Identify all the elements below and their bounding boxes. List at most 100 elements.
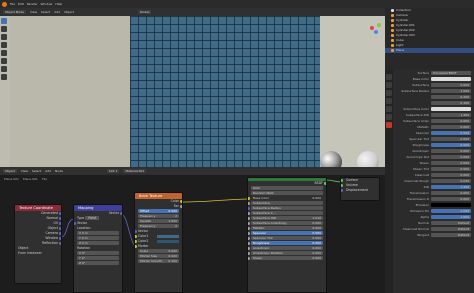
property-value[interactable]: 0.000: [431, 137, 471, 141]
property-value[interactable]: 0.000: [431, 155, 471, 159]
socket-in[interactable]: [248, 201, 250, 205]
subsurface-method-select[interactable]: Random Walk: [251, 191, 323, 195]
property-value[interactable]: 0.500: [431, 167, 471, 171]
bsdf-input-field[interactable]: Specular Tint 0.000: [248, 236, 323, 240]
socket-vector-in[interactable]: [74, 222, 76, 225]
socket-displacement-in[interactable]: [341, 189, 343, 192]
modifier-tab-icon[interactable]: [386, 114, 392, 120]
socket-out[interactable]: [59, 222, 61, 225]
socket-vector-in[interactable]: [135, 230, 137, 233]
rotate-tool-icon[interactable]: [1, 42, 7, 48]
socket-color2-in[interactable]: [135, 240, 137, 243]
node-texture-coordinate[interactable]: Texture Coordinate Generated Normal UV Obje…: [14, 204, 62, 284]
property-value[interactable]: 0.030: [431, 179, 471, 183]
socket-mortar-in[interactable]: [135, 245, 137, 248]
property-value[interactable]: 0.000: [431, 83, 471, 87]
menu-node[interactable]: Node: [55, 169, 63, 173]
menu-add[interactable]: Add: [45, 169, 51, 173]
move-tool-icon[interactable]: [1, 34, 7, 40]
scale-field[interactable]: Scale 5.000: [138, 249, 179, 253]
location-y[interactable]: Y 0 m: [77, 236, 119, 240]
socket-out[interactable]: [59, 242, 61, 245]
property-value[interactable]: 0.000: [431, 149, 471, 153]
menu-help[interactable]: Help: [55, 2, 62, 6]
property-value[interactable]: 0.000: [431, 161, 471, 165]
mode-select[interactable]: Object Mode: [3, 10, 26, 14]
socket-out[interactable]: [59, 237, 61, 240]
outliner-item[interactable]: Plane: [385, 48, 474, 53]
socket-out[interactable]: [59, 212, 61, 215]
socket-in[interactable]: [248, 246, 250, 250]
property-value[interactable]: 0.200: [431, 95, 471, 99]
socket-in[interactable]: [248, 216, 250, 220]
cursor-tool-icon[interactable]: [1, 26, 7, 32]
transform-tool-icon[interactable]: [1, 58, 7, 64]
property-value[interactable]: 0.000: [431, 197, 471, 201]
mortar-smooth-field[interactable]: Mortar Smooth 0.100: [138, 259, 179, 263]
socket-out[interactable]: [59, 232, 61, 235]
output-tab-icon[interactable]: [386, 82, 392, 88]
render-tab-icon[interactable]: [386, 74, 392, 80]
property-value[interactable]: 0.000: [431, 191, 471, 195]
gizmo-y-icon[interactable]: [377, 23, 381, 27]
menu-select[interactable]: Select: [41, 10, 50, 14]
socket-in[interactable]: [248, 206, 250, 210]
property-value[interactable]: Default: [431, 221, 471, 225]
socket-in[interactable]: [248, 236, 250, 240]
gizmo-x-icon[interactable]: [370, 26, 374, 30]
socket-in[interactable]: [248, 221, 250, 225]
gizmo-z-icon[interactable]: [374, 30, 378, 34]
color1-swatch[interactable]: [157, 235, 179, 238]
brick-param-field[interactable]: Offset 0.500: [138, 209, 179, 213]
socket-in[interactable]: [248, 231, 250, 235]
node-editor[interactable]: Plane.001 Plane.001 Tile Texture Coordin…: [0, 175, 385, 293]
property-value[interactable]: 1.000: [431, 215, 471, 219]
node-mapping[interactable]: Mapping Vector Type Point Vector Locatio…: [73, 204, 123, 293]
scene-tab-icon[interactable]: [386, 90, 392, 96]
3d-viewport[interactable]: [0, 16, 385, 167]
menu-file[interactable]: File: [10, 2, 15, 6]
rotation-z[interactable]: Z 0°: [77, 261, 119, 265]
bsdf-input-field[interactable]: Subsurface Anisotropy 0.000: [248, 221, 323, 225]
node-brick-texture[interactable]: Brick Texture Color Fac Offset 0.500 Frequ…: [134, 192, 183, 293]
property-value[interactable]: Default: [431, 233, 471, 237]
socket-in[interactable]: [248, 241, 250, 245]
socket-out[interactable]: [59, 227, 61, 230]
property-value[interactable]: [431, 107, 471, 111]
material-select[interactable]: Material.001: [123, 169, 147, 173]
distribution-select[interactable]: GGX: [251, 186, 323, 190]
surface-shader-select[interactable]: Principled BSDF: [431, 71, 471, 75]
nav-gizmo[interactable]: [370, 22, 382, 34]
brick-param-field[interactable]: Squash 1.000: [138, 219, 179, 223]
menu-render[interactable]: Render: [27, 2, 38, 6]
menu-window[interactable]: Window: [41, 2, 53, 6]
measure-tool-icon[interactable]: [1, 74, 7, 80]
brick-param-field[interactable]: Frequency 2: [138, 214, 179, 218]
bsdf-input-field[interactable]: Base Color 0.000: [248, 196, 323, 200]
socket-bsdf-out[interactable]: [324, 182, 326, 185]
socket-surface-in[interactable]: [341, 179, 343, 182]
world-tab-icon[interactable]: [386, 98, 392, 104]
socket-color1-in[interactable]: [135, 235, 137, 238]
mortar-size-field[interactable]: Mortar Size 0.020: [138, 254, 179, 258]
property-value[interactable]: 1.400: [431, 113, 471, 117]
rotation-y[interactable]: Y 0°: [77, 256, 119, 260]
slot-select[interactable]: Slot 1: [106, 169, 120, 173]
material-tab-icon[interactable]: [386, 122, 392, 128]
socket-in[interactable]: [248, 251, 250, 255]
menu-add[interactable]: Add: [54, 10, 60, 14]
socket-in[interactable]: [248, 226, 250, 230]
scale-tool-icon[interactable]: [1, 50, 7, 56]
socket-vector-out[interactable]: [120, 212, 122, 215]
transform-orientation[interactable]: Global: [137, 10, 152, 14]
bsdf-input-field[interactable]: Anisotropic Rotation 0.000: [248, 251, 323, 255]
property-value[interactable]: 0.000: [431, 125, 471, 129]
bsdf-input-field[interactable]: Anisotropic 0.000: [248, 246, 323, 250]
property-value[interactable]: 0.100: [431, 101, 471, 105]
bsdf-input-field[interactable]: Sheen 0.000: [248, 256, 323, 260]
location-x[interactable]: X 0 m: [77, 231, 119, 235]
blender-logo-icon[interactable]: [2, 1, 7, 7]
editor-type-select[interactable]: Object: [3, 169, 17, 173]
property-value[interactable]: 1.000: [431, 209, 471, 213]
socket-fac-out[interactable]: [180, 205, 182, 208]
